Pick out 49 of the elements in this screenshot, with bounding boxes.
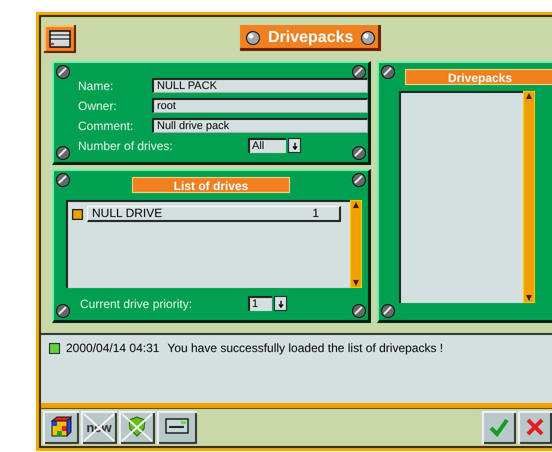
- up-arrow-icon: [352, 201, 360, 209]
- screw-icon: [381, 304, 395, 318]
- drive-priority: 1: [312, 207, 319, 220]
- down-arrow-icon: [525, 294, 533, 302]
- cancel-button[interactable]: [518, 410, 552, 444]
- window-icon: [48, 29, 72, 49]
- input-field[interactable]: NULL PACK: [152, 78, 368, 93]
- checkmark-icon: [488, 416, 510, 438]
- field-label: Current drive priority:: [80, 296, 194, 310]
- ok-button[interactable]: [482, 410, 516, 444]
- scrollbar[interactable]: [523, 91, 535, 303]
- screw-icon: [352, 173, 366, 187]
- panel-button[interactable]: [157, 410, 197, 444]
- screw-icon: [352, 304, 366, 318]
- panel-title: Drivepacks: [405, 69, 552, 85]
- cube-button[interactable]: [43, 410, 79, 444]
- drive-name: NULL DRIVE: [92, 207, 162, 220]
- dropdown-field[interactable]: All: [248, 138, 286, 153]
- ball-icon: [361, 31, 376, 45]
- field-label: Comment:: [78, 118, 134, 132]
- field-label: Owner:: [78, 98, 118, 112]
- screw-icon: [56, 304, 70, 318]
- menu-button[interactable]: [44, 25, 76, 53]
- field-label: Number of drives:: [78, 138, 174, 152]
- input-field[interactable]: Null drive pack: [152, 118, 368, 133]
- panel-title: List of drives: [132, 177, 290, 193]
- field-label: Name:: [78, 78, 114, 92]
- down-arrow-icon: [352, 279, 360, 287]
- screw-icon: [56, 65, 70, 79]
- scrollbar[interactable]: [350, 200, 362, 288]
- close-icon: [524, 416, 546, 438]
- dropdown-field[interactable]: 1: [248, 296, 272, 311]
- screw-icon: [56, 146, 70, 160]
- dropdown-button[interactable]: [274, 296, 287, 311]
- cube-icon: [49, 415, 73, 439]
- down-arrow-icon: [290, 142, 298, 150]
- down-arrow-icon: [276, 300, 284, 308]
- window-title: Drivepacks: [268, 29, 354, 47]
- ball-icon: [246, 31, 260, 45]
- input-field[interactable]: root: [152, 98, 368, 113]
- dropdown-button[interactable]: [288, 138, 301, 153]
- log-message: You have successfully loaded the list of drivepacks !: [167, 341, 444, 355]
- screw-icon: [352, 146, 366, 160]
- list-item[interactable]: NULL DRIVE 1: [87, 206, 341, 222]
- screw-icon: [352, 65, 366, 79]
- log-time: 2000/04/14 04:31: [66, 341, 160, 355]
- screw-icon: [381, 65, 395, 79]
- up-arrow-icon: [525, 92, 533, 100]
- screw-icon: [56, 173, 70, 187]
